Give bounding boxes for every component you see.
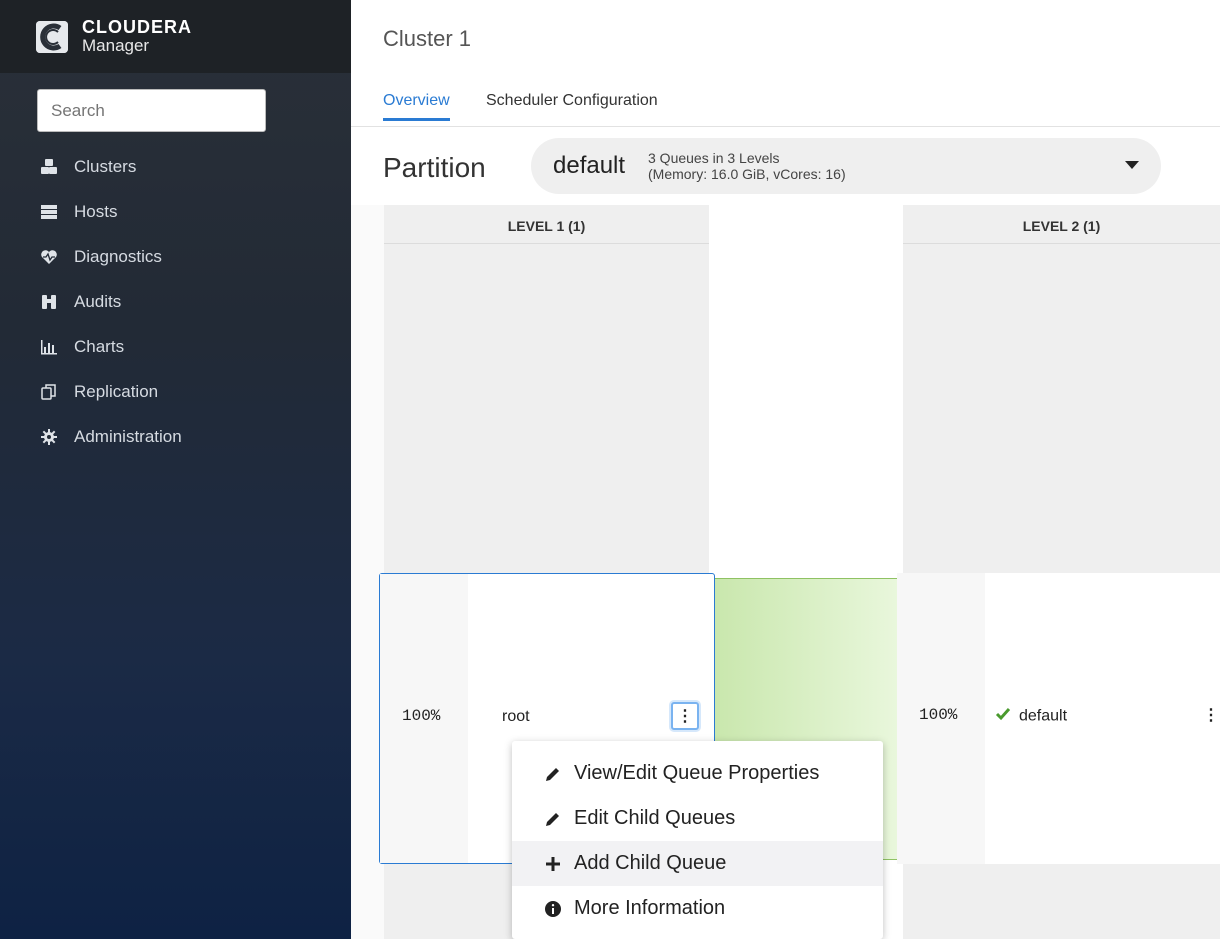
sidebar-item-label: Clusters	[74, 156, 137, 176]
main-content: Cluster 1 Overview Scheduler Configurati…	[351, 0, 1220, 939]
bar-chart-icon	[40, 338, 58, 356]
queue-name-wrap: default	[995, 707, 1067, 726]
level-header: LEVEL 2 (1)	[903, 205, 1220, 244]
level-header: LEVEL 1 (1)	[384, 205, 709, 244]
caret-down-icon	[1125, 161, 1139, 169]
sidebar-item-audits[interactable]: Audits	[0, 279, 351, 324]
kebab-menu-icon[interactable]: ⋮	[671, 702, 699, 730]
sidebar-item-replication[interactable]: Replication	[0, 369, 351, 414]
gear-icon	[40, 428, 58, 446]
menu-item-label: View/Edit Queue Properties	[574, 762, 820, 784]
cloudera-logo-icon	[36, 20, 68, 53]
sidebar-item-clusters[interactable]: Clusters	[0, 144, 351, 189]
sidebar-item-administration[interactable]: Administration	[0, 414, 351, 459]
sidebar-item-label: Replication	[74, 381, 159, 401]
sidebar-item-label: Audits	[74, 291, 122, 311]
menu-item-add-child-queue[interactable]: Add Child Queue	[512, 841, 883, 886]
queue-name: root	[502, 708, 530, 725]
sidebar: CLOUDERA Manager Clusters Hosts Diagnost…	[0, 0, 351, 939]
queue-card-default[interactable]: 100% default ⋮	[897, 573, 1220, 864]
partition-value: default	[553, 152, 626, 179]
menu-item-edit-child-queues[interactable]: Edit Child Queues	[512, 796, 883, 841]
partition-summary: 3 Queues in 3 Levels	[648, 150, 780, 166]
plus-icon	[544, 855, 562, 873]
page-title: Cluster 1	[383, 26, 472, 51]
sidebar-nav: Clusters Hosts Diagnostics Audits Charts	[0, 144, 351, 459]
partition-label: Partition	[383, 152, 486, 183]
tab-bar: Overview Scheduler Configuration	[351, 75, 1220, 127]
brand-name: CLOUDERA	[82, 17, 192, 38]
menu-item-view-edit-properties[interactable]: View/Edit Queue Properties	[512, 751, 883, 796]
menu-item-label: Edit Child Queues	[574, 807, 736, 829]
pencil-icon	[544, 810, 562, 828]
cubes-icon	[40, 158, 58, 176]
check-icon	[995, 707, 1011, 726]
partition-resources: (Memory: 16.0 GiB, vCores: 16)	[648, 166, 846, 182]
kebab-menu-icon[interactable]: ⋮	[1202, 701, 1220, 729]
sidebar-item-label: Diagnostics	[74, 246, 162, 266]
queue-name: default	[1019, 707, 1068, 725]
partition-row: Partition default 3 Queues in 3 Levels (…	[351, 128, 1220, 205]
sidebar-item-label: Administration	[74, 426, 182, 446]
sidebar-item-diagnostics[interactable]: Diagnostics	[0, 234, 351, 279]
heartbeat-icon	[40, 248, 58, 266]
server-icon	[40, 203, 58, 221]
menu-item-label: Add Child Queue	[574, 852, 727, 874]
info-icon	[544, 900, 562, 918]
partition-select[interactable]: default 3 Queues in 3 Levels (Memory: 16…	[531, 138, 1161, 194]
sidebar-item-hosts[interactable]: Hosts	[0, 189, 351, 234]
queue-percent: 100%	[919, 706, 958, 724]
menu-item-more-information[interactable]: More Information	[512, 886, 883, 931]
menu-item-label: More Information	[574, 897, 726, 919]
sidebar-item-label: Hosts	[74, 201, 118, 221]
binoculars-icon	[40, 293, 58, 311]
queue-percent: 100%	[402, 707, 441, 725]
tab-scheduler-configuration[interactable]: Scheduler Configuration	[486, 92, 658, 118]
copy-icon	[40, 383, 58, 401]
queue-actions-menu: View/Edit Queue Properties Edit Child Qu…	[512, 741, 883, 939]
tab-overview[interactable]: Overview	[383, 92, 450, 121]
sidebar-item-charts[interactable]: Charts	[0, 324, 351, 369]
pencil-icon	[544, 765, 562, 783]
search-input[interactable]	[37, 89, 266, 132]
sidebar-item-label: Charts	[74, 336, 125, 356]
brand-text: CLOUDERA Manager	[82, 18, 192, 55]
brand-header[interactable]: CLOUDERA Manager	[0, 0, 351, 73]
brand-product: Manager	[82, 36, 150, 56]
